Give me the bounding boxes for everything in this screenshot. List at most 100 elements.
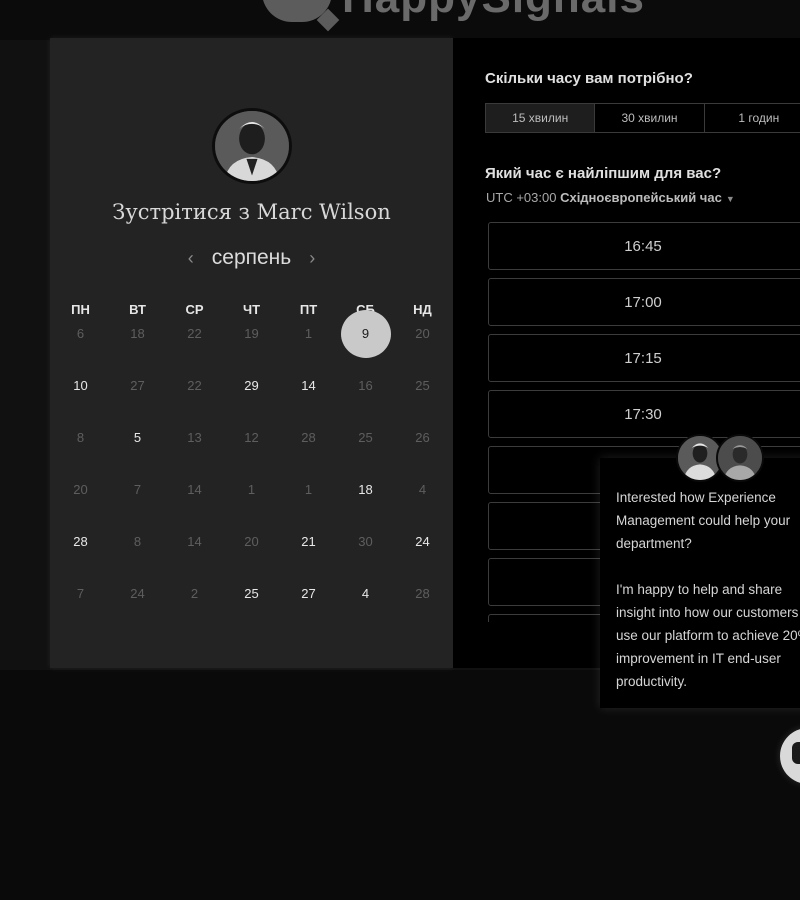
- logo-icon: [262, 0, 332, 22]
- calendar-day: 7: [52, 582, 109, 606]
- calendar-day: 13: [166, 426, 223, 450]
- weekday-label: ВТ: [129, 302, 146, 317]
- calendar-day: 1: [280, 322, 337, 346]
- calendar-day[interactable]: 24: [394, 530, 451, 554]
- chevron-right-icon[interactable]: ›: [305, 248, 319, 269]
- calendar-day: 8: [109, 530, 166, 554]
- calendar-day[interactable]: 4: [337, 582, 394, 606]
- calendar-day-number: 19: [244, 326, 259, 341]
- timezone-offset: UTC +03:00: [486, 190, 557, 205]
- chat-launcher-button[interactable]: [780, 728, 800, 784]
- calendar-day[interactable]: 21: [280, 530, 337, 554]
- calendar-day-number: 24: [415, 534, 430, 549]
- calendar-day: 22: [166, 322, 223, 346]
- weekday-label: СР: [185, 302, 204, 317]
- calendar-day: 28: [394, 582, 451, 606]
- calendar-day[interactable]: 29: [223, 374, 280, 398]
- calendar-day: 1: [280, 478, 337, 502]
- calendar-week-row: 7 24 2 25 27 4 28: [50, 582, 453, 606]
- calendar-day-number: 5: [133, 430, 142, 445]
- calendar-weeks: 6 18 22 19 1 9 20 10 27 22 29 14 16 25 8 5 13 12 28 25 26 20 7…: [50, 310, 453, 606]
- calendar-week-row: 6 18 22 19 1 9 20: [50, 310, 453, 358]
- calendar-day: 28: [280, 426, 337, 450]
- weekday-label: ЧТ: [242, 302, 261, 317]
- chat-message: Interested how Experience Management cou…: [616, 490, 800, 689]
- weekday-label: НД: [413, 302, 432, 317]
- calendar-day: 30: [337, 530, 394, 554]
- calendar-day-number: 14: [187, 482, 202, 497]
- calendar-day-number: 14: [187, 534, 202, 549]
- time-slot-button[interactable]: 17:30: [488, 390, 800, 438]
- timezone-selector[interactable]: UTC +03:00 Східноєвропейський час ▼: [486, 190, 735, 205]
- time-question: Який час є найліпшим для вас?: [485, 165, 722, 182]
- calendar-day: 7: [109, 478, 166, 502]
- calendar-day[interactable]: 18: [337, 478, 394, 502]
- calendar-day: 2: [166, 582, 223, 606]
- calendar-week-row: 20 7 14 1 1 18 4: [50, 478, 453, 502]
- duration-option-30[interactable]: 30 хвилин: [595, 104, 705, 132]
- calendar-day: 14: [166, 478, 223, 502]
- calendar-day-number: 13: [187, 430, 202, 445]
- calendar-day[interactable]: 28: [52, 530, 109, 554]
- calendar-day: 25: [337, 426, 394, 450]
- chevron-left-icon[interactable]: ‹: [184, 248, 198, 269]
- calendar-day-selected[interactable]: 9: [337, 310, 394, 358]
- calendar-day-number: 1: [304, 482, 313, 497]
- calendar-day-number: 16: [358, 378, 373, 393]
- meeting-title: Зустрітися з Marc Wilson: [112, 200, 391, 224]
- calendar-day-number: 6: [76, 326, 85, 341]
- calendar-day: 14: [166, 530, 223, 554]
- calendar-day: 20: [52, 478, 109, 502]
- calendar-day-number: 8: [133, 534, 142, 549]
- calendar-day-number: 28: [73, 534, 88, 549]
- calendar-day: 25: [394, 374, 451, 398]
- calendar-day-number: 21: [301, 534, 316, 549]
- calendar-day: 24: [109, 582, 166, 606]
- calendar-day-number: 20: [415, 326, 430, 341]
- calendar-day-number: 8: [76, 430, 85, 445]
- time-slot-button[interactable]: 17:00: [488, 278, 800, 326]
- calendar-day-number: 18: [130, 326, 145, 341]
- calendar-day[interactable]: 25: [223, 582, 280, 606]
- calendar-day-number: 4: [361, 586, 370, 601]
- calendar-day-number: 30: [358, 534, 373, 549]
- month-label: серпень: [211, 246, 292, 269]
- calendar-day: 20: [223, 530, 280, 554]
- brand-logo[interactable]: HappySignals: [262, 0, 645, 22]
- duration-option-60[interactable]: 1 годин: [705, 104, 800, 132]
- calendar-day-number: 27: [301, 586, 316, 601]
- calendar-day-number: 26: [415, 430, 430, 445]
- calendar-day: 1: [223, 478, 280, 502]
- time-slot-button[interactable]: 17:15: [488, 334, 800, 382]
- calendar-day-number: 7: [133, 482, 142, 497]
- calendar-day: 4: [394, 478, 451, 502]
- calendar-day-number: 2: [190, 586, 199, 601]
- calendar-day-number: 20: [244, 534, 259, 549]
- weekday-label: ПН: [71, 302, 90, 317]
- calendar-day-number: 4: [418, 482, 427, 497]
- calendar-day: 27: [109, 374, 166, 398]
- duration-option-15[interactable]: 15 хвилин: [486, 104, 596, 132]
- calendar-week-row: 10 27 22 29 14 16 25: [50, 374, 453, 398]
- calendar-day-number: 24: [130, 586, 145, 601]
- calendar-day-number: 1: [304, 326, 313, 341]
- calendar-day: 26: [394, 426, 451, 450]
- time-slot-button[interactable]: 16:45: [488, 222, 800, 270]
- calendar-day-number: 1: [247, 482, 256, 497]
- calendar-day[interactable]: 14: [280, 374, 337, 398]
- caret-down-icon: ▼: [725, 194, 735, 204]
- chat-popup[interactable]: Interested how Experience Management cou…: [600, 458, 800, 708]
- calendar-day-number: 22: [187, 326, 202, 341]
- calendar-day-number: 25: [358, 430, 373, 445]
- calendar-day[interactable]: 27: [280, 582, 337, 606]
- calendar-day-number: 25: [415, 378, 430, 393]
- calendar-day[interactable]: 5: [109, 426, 166, 450]
- logo-text: HappySignals: [342, 0, 645, 23]
- calendar-day-number: 18: [358, 482, 373, 497]
- calendar-day[interactable]: 10: [52, 374, 109, 398]
- calendar-day-number: 10: [73, 378, 88, 393]
- duration-selector: 15 хвилин 30 хвилин 1 годин: [485, 103, 800, 133]
- agent-avatar: [716, 434, 764, 482]
- calendar-day: 19: [223, 322, 280, 346]
- calendar-week-row: 8 5 13 12 28 25 26: [50, 426, 453, 450]
